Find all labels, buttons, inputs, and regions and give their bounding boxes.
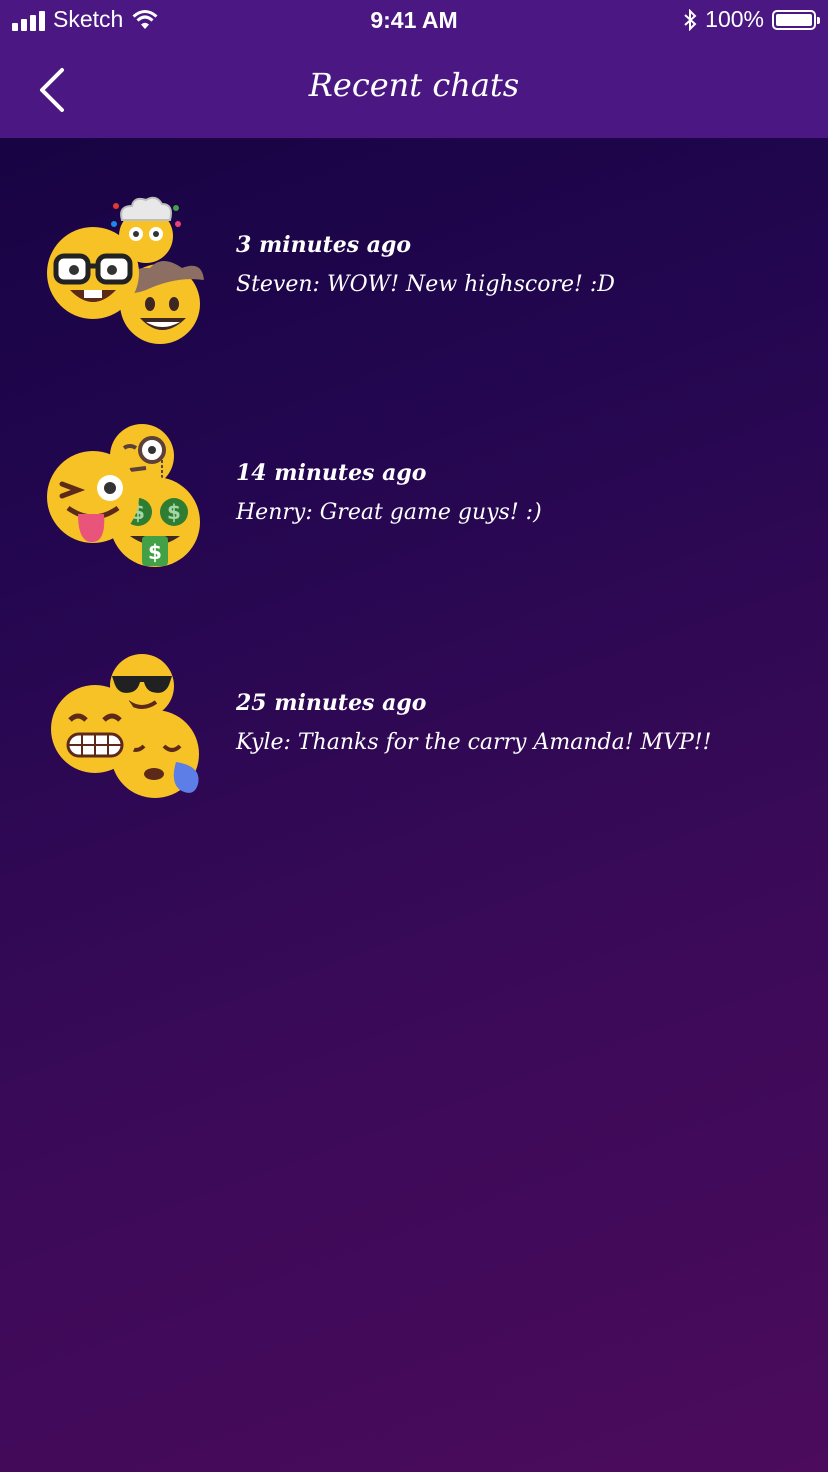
avatar-group (44, 190, 214, 360)
avatar-group: $ $ $ (44, 418, 214, 588)
chat-time: 3 minutes ago (236, 232, 412, 258)
chat-item-steven[interactable]: 3 minutes ago Steven: WOW! New highscore… (0, 190, 828, 390)
chat-text: 3 minutes ago Steven: WOW! New highscore… (236, 232, 615, 297)
chat-message: Henry: Great game guys! :) (236, 500, 542, 525)
chat-message: Kyle: Thanks for the carry Amanda! MVP!! (236, 730, 712, 755)
avatar-group (44, 648, 214, 818)
chat-time: 25 minutes ago (236, 690, 427, 716)
grimacing-face-icon (48, 682, 142, 776)
status-right: 100% (683, 6, 820, 33)
chat-item-henry[interactable]: $ $ $ 14 minutes ago Henry: Great game g… (0, 418, 828, 618)
chat-text: 14 minutes ago Henry: Great game guys! :… (236, 460, 542, 525)
battery-fill (776, 13, 812, 26)
svg-text:$: $ (167, 500, 181, 524)
nerd-face-icon (44, 224, 142, 322)
winking-tongue-face-icon (44, 448, 142, 546)
chat-message: Steven: WOW! New highscore! :D (236, 272, 615, 297)
status-bar: Sketch 9:41 AM 100% (0, 0, 828, 42)
chat-text: 25 minutes ago Kyle: Thanks for the carr… (236, 690, 711, 755)
battery-percent: 100% (705, 6, 764, 32)
chat-item-kyle[interactable]: 25 minutes ago Kyle: Thanks for the carr… (0, 648, 828, 848)
svg-text:$: $ (148, 540, 162, 564)
chat-time: 14 minutes ago (236, 460, 427, 486)
bluetooth-icon (684, 8, 697, 31)
page-title: Recent chats (308, 66, 520, 104)
navigation-bar: Recent chats (0, 42, 828, 138)
battery-icon (772, 9, 820, 30)
